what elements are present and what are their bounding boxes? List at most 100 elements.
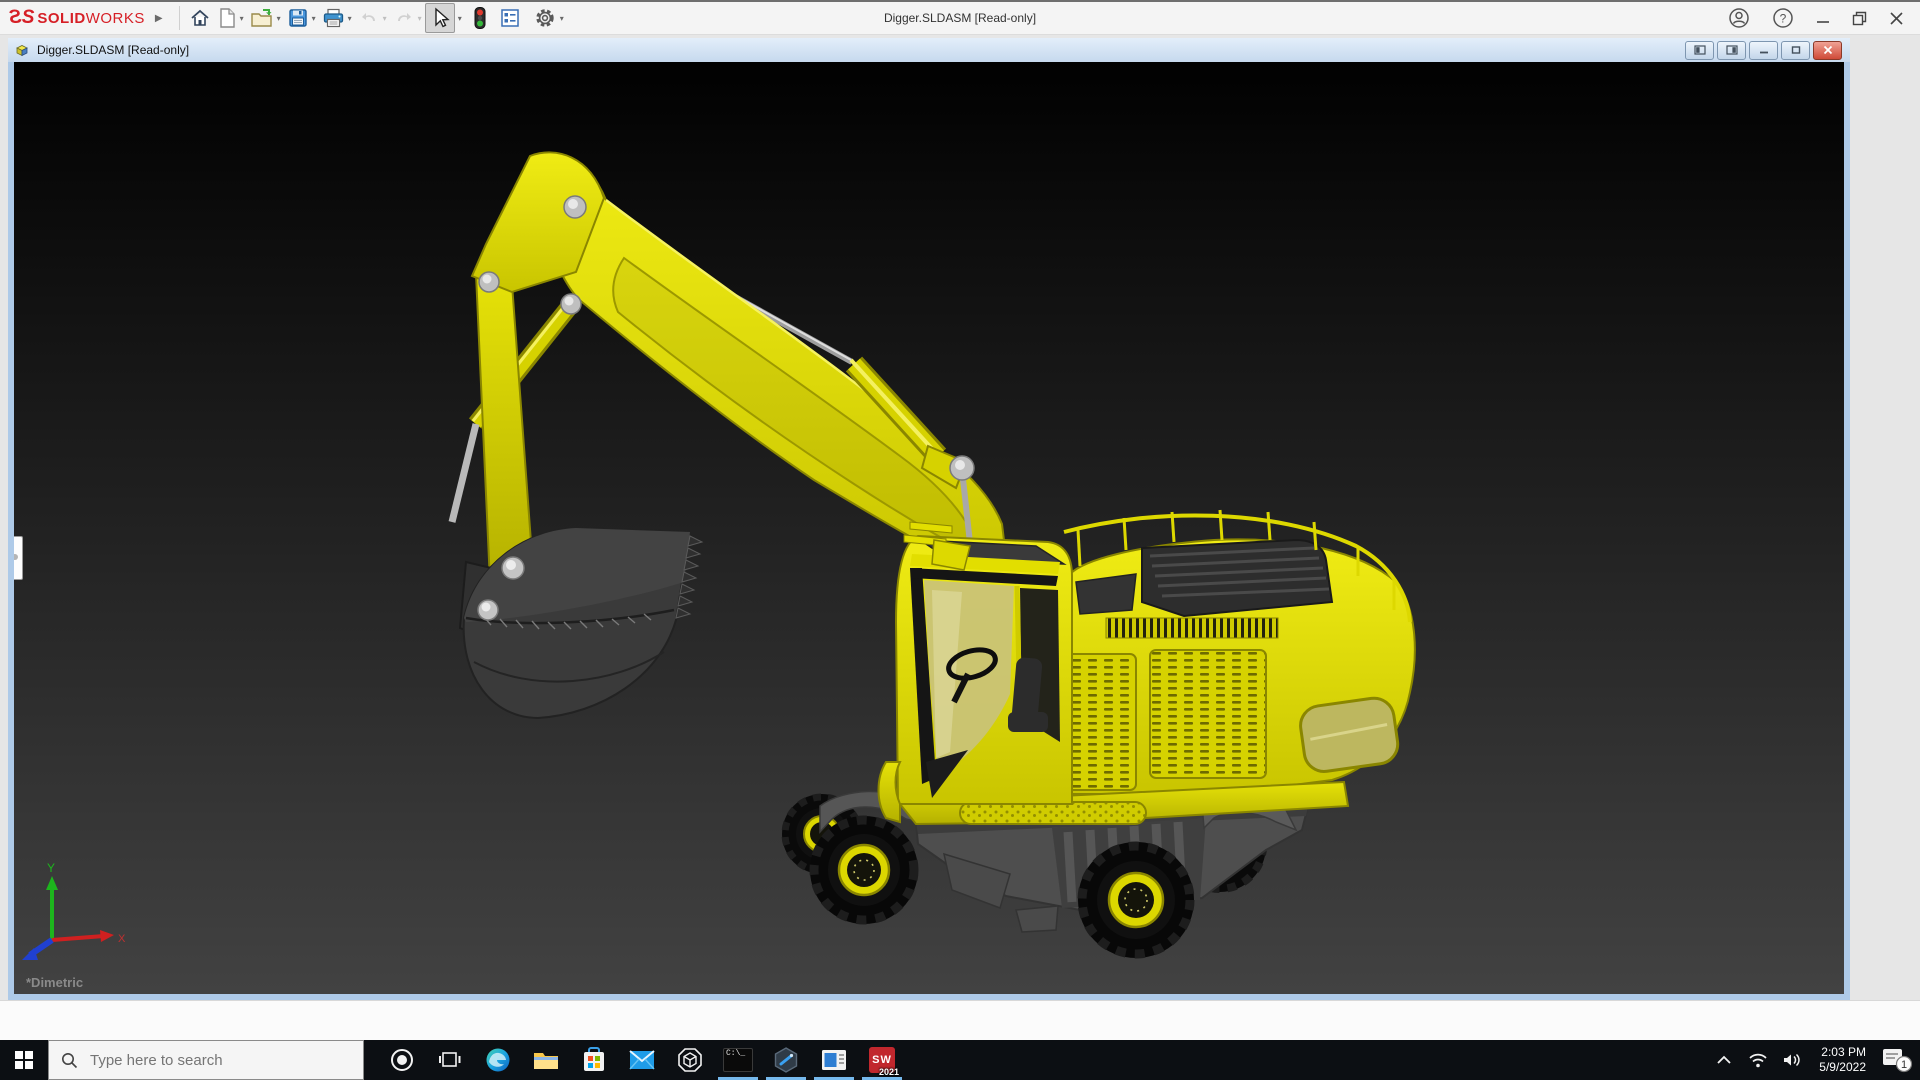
pane-left-button[interactable] [1685, 41, 1714, 60]
microsoft-store-button[interactable] [570, 1040, 618, 1080]
microsoft-store-icon [582, 1047, 606, 1073]
account-icon[interactable] [1728, 7, 1750, 29]
dropdown-caret-icon[interactable]: ▾ [418, 14, 422, 23]
new-document-button[interactable]: ▾ [214, 4, 247, 32]
assembly-icon [13, 42, 31, 58]
rebuild-traffic-light-icon [473, 6, 487, 30]
svg-text:?: ? [1780, 12, 1787, 26]
file-explorer-button[interactable] [522, 1040, 570, 1080]
cortana-icon [390, 1048, 414, 1072]
open-folder-icon [250, 7, 274, 29]
undo-button[interactable]: ▾ [355, 4, 390, 32]
notification-center-button[interactable]: 1 [1880, 1040, 1914, 1080]
excavator-model: Y X [14, 62, 1844, 994]
doc-close-button[interactable] [1813, 41, 1842, 60]
options-button[interactable]: ▾ [530, 4, 567, 32]
save-icon [287, 7, 309, 29]
brand-text-solid: SOLID [37, 10, 85, 27]
speaker-icon [1782, 1052, 1802, 1068]
taskbar-search[interactable] [48, 1040, 364, 1080]
select-dropdown-caret-icon[interactable]: ▾ [458, 14, 462, 23]
hexagon-app-button[interactable] [762, 1040, 810, 1080]
graphics-viewport[interactable]: Y X *Dimetric [14, 62, 1844, 994]
notification-icon: 1 [1881, 1047, 1913, 1073]
restore-button[interactable] [1852, 11, 1867, 26]
tray-date: 5/9/2022 [1819, 1060, 1866, 1075]
solidworks-2021-icon: SW 2021 [869, 1047, 895, 1073]
mail-button[interactable] [618, 1040, 666, 1080]
save-button[interactable]: ▾ [284, 4, 319, 32]
home-icon [189, 7, 211, 29]
wifi-icon [1748, 1052, 1768, 1068]
hexagon-app-icon [773, 1047, 799, 1073]
task-view-button[interactable] [426, 1040, 474, 1080]
redo-button[interactable]: ▾ [390, 4, 425, 32]
dropdown-caret-icon[interactable]: ▾ [240, 14, 244, 23]
dropdown-caret-icon[interactable]: ▾ [312, 14, 316, 23]
triad-y-label: Y [47, 861, 55, 875]
side-window [1298, 696, 1400, 774]
solidworks-logo-icon: SS [10, 7, 33, 29]
system-tray: 2:03 PM 5/9/2022 1 [1711, 1040, 1920, 1080]
help-icon[interactable]: ? [1772, 7, 1794, 29]
app-titlebar: SS SOLIDWORKS ▶ ▾ ▾ ▾ [0, 0, 1920, 35]
file-properties-button[interactable] [496, 4, 524, 32]
doc-restore-button[interactable] [1781, 41, 1810, 60]
rebuild-button[interactable] [470, 4, 490, 32]
solidworks-2021-button[interactable]: SW 2021 [858, 1040, 906, 1080]
home-button[interactable] [186, 4, 214, 32]
tray-volume-button[interactable] [1779, 1040, 1805, 1080]
dropdown-caret-icon[interactable]: ▾ [560, 14, 564, 23]
taskbar-search-input[interactable] [88, 1051, 322, 1070]
undo-icon [358, 7, 380, 29]
select-button[interactable] [425, 3, 455, 33]
tray-wifi-button[interactable] [1745, 1040, 1771, 1080]
dropdown-caret-icon[interactable]: ▾ [348, 14, 352, 23]
view-orientation-label: *Dimetric [26, 975, 83, 990]
triad-x-label: X [118, 933, 126, 945]
document-window: Digger.SLDASM [Read-only] [8, 38, 1850, 1000]
doc-minimize-button[interactable] [1749, 41, 1778, 60]
cab [879, 522, 1073, 822]
document-titlebar[interactable]: Digger.SLDASM [Read-only] [8, 38, 1850, 62]
task-view-icon [439, 1050, 461, 1070]
new-document-icon [217, 7, 237, 29]
edge-button[interactable] [474, 1040, 522, 1080]
menu-flyout-arrow-icon[interactable]: ▶ [155, 13, 163, 24]
open-button[interactable]: ▾ [247, 4, 284, 32]
tray-chevron-button[interactable] [1711, 1040, 1737, 1080]
windows-logo-icon [15, 1051, 33, 1069]
upper-body [879, 510, 1415, 824]
file-properties-icon [499, 7, 521, 29]
orientation-triad: Y X [22, 861, 126, 960]
tray-clock[interactable]: 2:03 PM 5/9/2022 [1819, 1045, 1866, 1075]
app-title: Digger.SLDASM [Read-only] [884, 11, 1036, 25]
print-icon [322, 7, 345, 29]
document-title: Digger.SLDASM [Read-only] [37, 43, 189, 57]
command-prompt-icon: C:\_ [723, 1048, 753, 1072]
brand-text-works: WORKS [86, 10, 145, 27]
app-window-icon [821, 1049, 847, 1071]
app-window-button[interactable] [810, 1040, 858, 1080]
pane-right-button[interactable] [1717, 41, 1746, 60]
3d-viewer-button[interactable] [666, 1040, 714, 1080]
mail-icon [629, 1050, 655, 1070]
minimize-button[interactable] [1816, 11, 1830, 25]
print-button[interactable]: ▾ [319, 4, 355, 32]
start-button[interactable] [0, 1040, 48, 1080]
cortana-button[interactable] [378, 1040, 426, 1080]
file-explorer-icon [533, 1049, 559, 1071]
close-button[interactable] [1889, 11, 1904, 26]
chevron-up-icon [1717, 1055, 1731, 1065]
tray-time: 2:03 PM [1819, 1045, 1866, 1060]
status-bar [0, 1000, 1920, 1041]
dropdown-caret-icon[interactable]: ▾ [277, 14, 281, 23]
taskbar: C:\_ SW 2021 [0, 1040, 1920, 1080]
toolbar-separator [179, 6, 180, 30]
dropdown-caret-icon[interactable]: ▾ [383, 14, 387, 23]
command-prompt-button[interactable]: C:\_ [714, 1040, 762, 1080]
featuremanager-splitter-handle[interactable] [14, 536, 23, 580]
select-cursor-icon [429, 6, 451, 30]
wheel [1078, 842, 1194, 958]
redo-icon [393, 7, 415, 29]
